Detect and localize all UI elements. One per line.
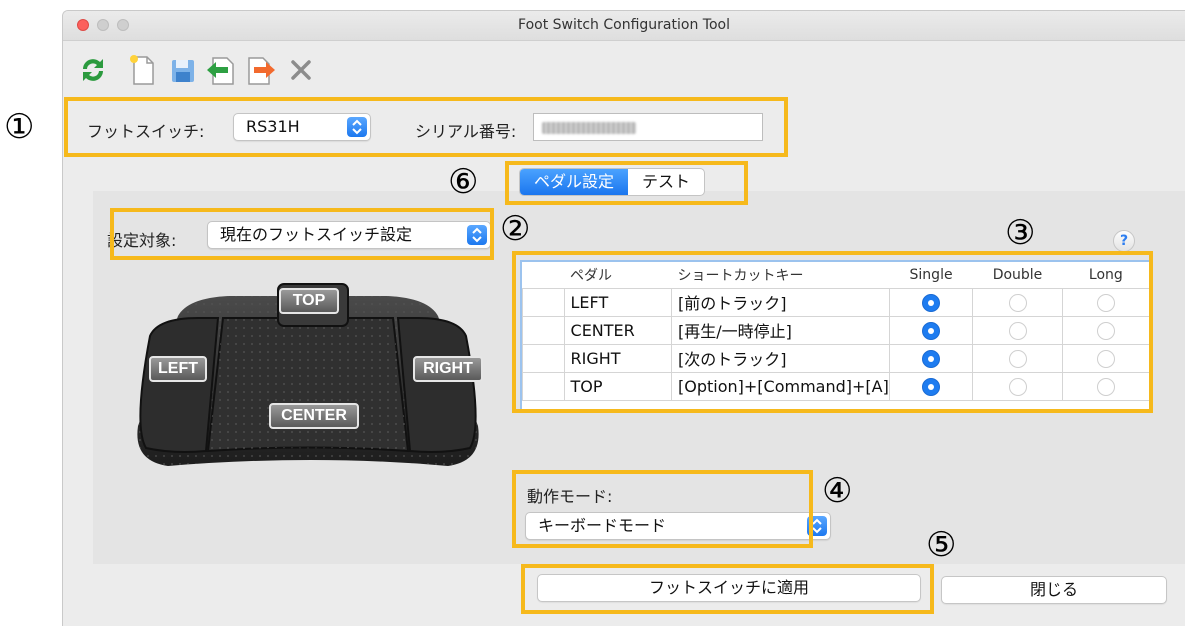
pedal-center-label: CENTER [269, 403, 359, 429]
callout-box-5 [521, 564, 934, 614]
new-file-icon[interactable] [125, 52, 161, 88]
import-icon[interactable] [203, 52, 239, 88]
callout-box-2 [110, 208, 494, 260]
callout-number-6: ⑥ [448, 162, 479, 202]
callout-box-3 [512, 251, 1153, 413]
callout-number-5: ⑤ [926, 525, 957, 565]
pedal-top-label: TOP [279, 288, 339, 314]
title-bar: Foot Switch Configuration Tool [63, 11, 1185, 41]
window-title: Foot Switch Configuration Tool [518, 17, 730, 33]
callout-number-1: ① [4, 107, 35, 147]
callout-number-2: ② [500, 209, 531, 249]
help-button[interactable]: ? [1113, 230, 1135, 252]
refresh-icon[interactable] [75, 52, 111, 88]
pedal-right-label: RIGHT [413, 356, 483, 382]
callout-box-4 [512, 470, 813, 548]
callout-number-3: ③ [1005, 213, 1036, 253]
delete-icon[interactable] [283, 52, 319, 88]
callout-box-6 [505, 161, 748, 205]
close-button[interactable]: 閉じる [941, 576, 1167, 604]
callout-box-1 [64, 97, 788, 157]
save-icon[interactable] [165, 52, 201, 88]
callout-number-4: ④ [822, 471, 853, 511]
toolbar [63, 42, 1185, 98]
export-icon[interactable] [243, 52, 279, 88]
pedal-left-label: LEFT [149, 356, 207, 382]
